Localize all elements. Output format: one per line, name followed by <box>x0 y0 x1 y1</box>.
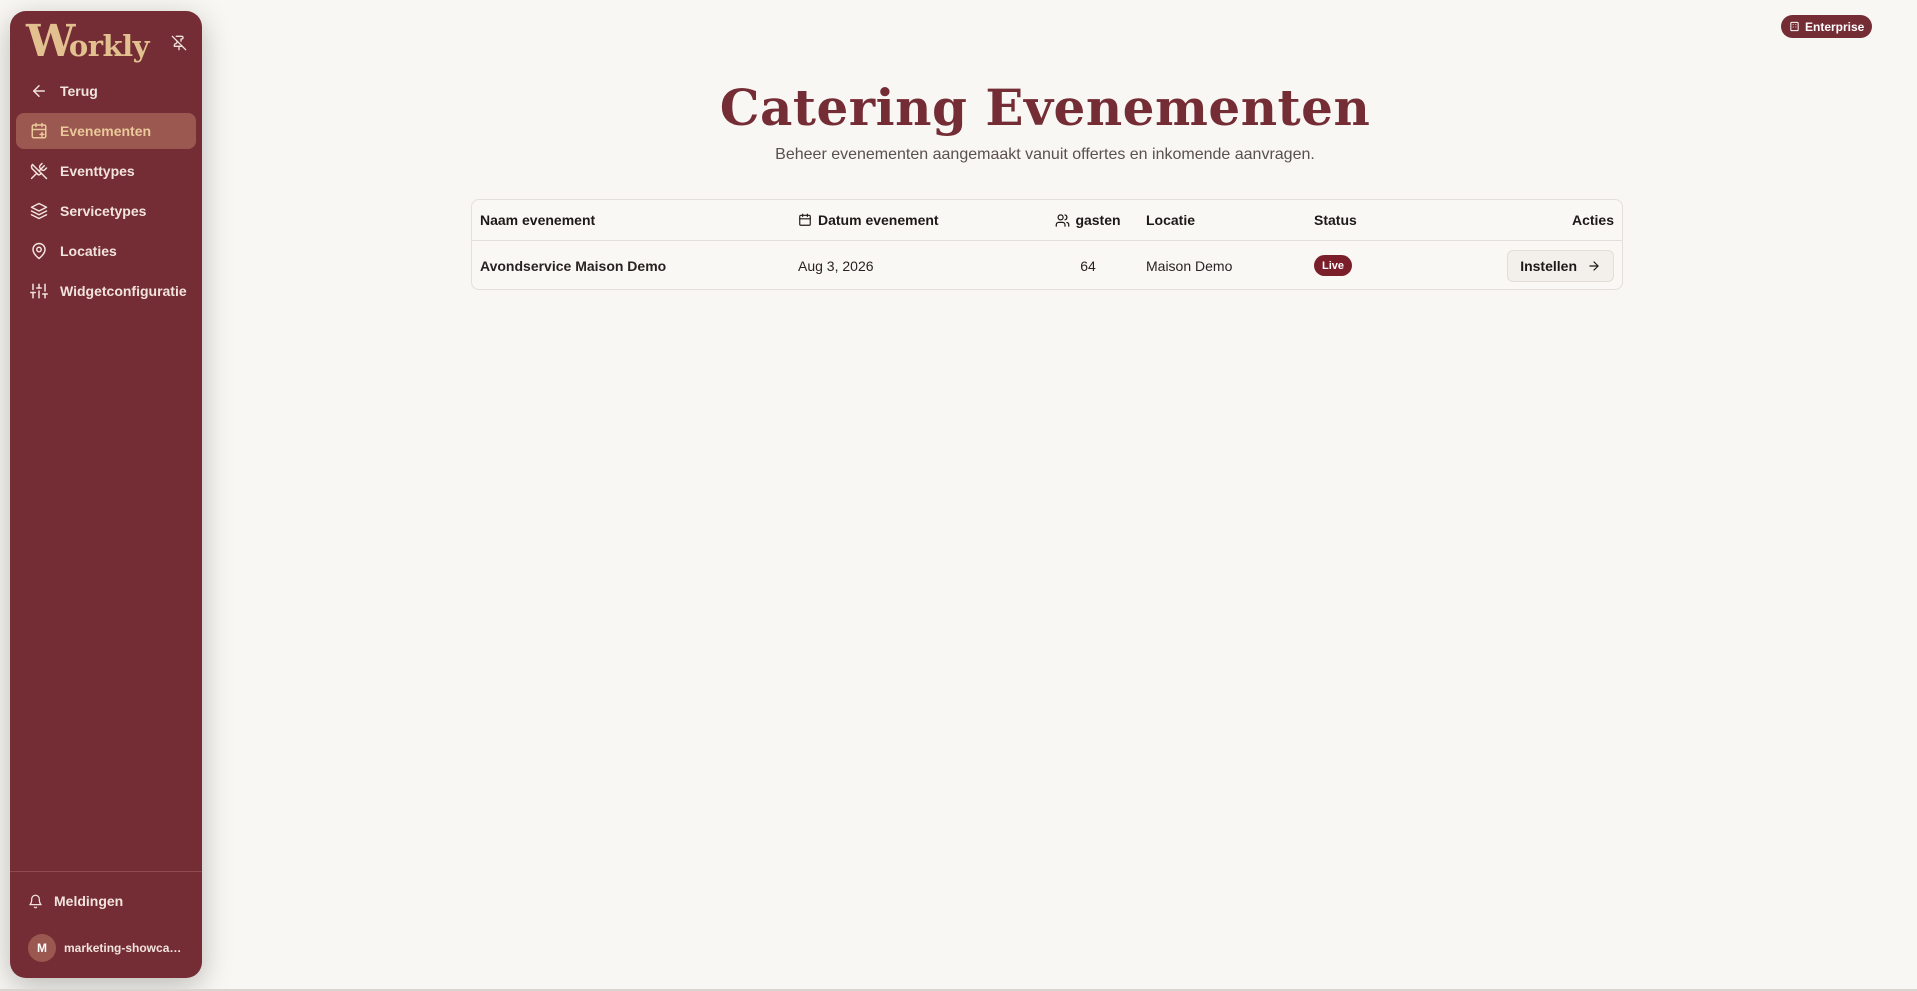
event-actions-cell: Instellen <box>1446 249 1622 282</box>
col-header-location[interactable]: Locatie <box>1138 212 1306 228</box>
calendar-plus-icon <box>30 122 48 140</box>
avatar: M <box>28 934 56 962</box>
event-date: Aug 3, 2026 <box>798 257 874 274</box>
col-header-guests[interactable]: gasten <box>1038 212 1138 228</box>
arrow-right-icon <box>1587 259 1601 273</box>
sidebar-item-widgetconfiguratie[interactable]: Widgetconfiguratie <box>16 273 196 309</box>
logo-initial: W <box>26 16 75 67</box>
table-row[interactable]: Avondservice Maison Demo Aug 3, 2026 64 … <box>472 241 1622 289</box>
sidebar-item-label: Evenementen <box>60 123 152 139</box>
sidebar-item-label: Locaties <box>60 243 117 259</box>
sidebar: Workly Terug Evenementen Eventtypes Serv… <box>10 11 202 978</box>
col-header-date[interactable]: Datum evenement <box>790 212 1038 228</box>
col-header-status[interactable]: Status <box>1306 212 1446 228</box>
col-header-date-label: Datum evenement <box>818 212 939 228</box>
sidebar-item-label: Widgetconfiguratie <box>60 283 187 299</box>
sidebar-item-evenementen[interactable]: Evenementen <box>16 113 196 149</box>
sidebar-item-eventtypes[interactable]: Eventtypes <box>16 153 196 189</box>
workly-logo[interactable]: Workly <box>26 16 150 67</box>
sidebar-item-locaties[interactable]: Locaties <box>16 233 196 269</box>
sidebar-item-label: Servicetypes <box>60 203 147 219</box>
plan-badge: Enterprise <box>1781 15 1873 38</box>
calendar-icon <box>798 213 813 228</box>
table-header: Naam evenement Datum evenement gasten Lo… <box>472 200 1622 241</box>
col-header-actions: Acties <box>1571 212 1614 228</box>
bell-icon <box>28 893 44 909</box>
col-header-name[interactable]: Naam evenement <box>472 212 790 228</box>
events-table: Naam evenement Datum evenement gasten Lo… <box>471 199 1623 290</box>
user-menu[interactable]: M marketing-showcas... <box>10 928 202 968</box>
event-location: Maison Demo <box>1146 257 1233 274</box>
event-guests: 64 <box>1080 257 1096 274</box>
utensils-crossed-icon <box>30 162 48 180</box>
building-icon <box>1789 21 1801 33</box>
unpin-icon[interactable] <box>170 34 188 52</box>
logo-rest: orkly <box>68 29 150 63</box>
status-badge: Live <box>1314 255 1353 276</box>
notifications-link[interactable]: Meldingen <box>10 884 202 918</box>
page-subtitle: Beheer evenementen aangemaakt vanuit off… <box>775 146 1315 163</box>
notifications-label: Meldingen <box>54 893 124 909</box>
sidebar-item-label: Eventtypes <box>60 163 135 179</box>
sidebar-item-servicetypes[interactable]: Servicetypes <box>16 193 196 229</box>
event-name: Avondservice Maison Demo <box>480 257 667 274</box>
instellen-button[interactable]: Instellen <box>1507 249 1614 282</box>
event-status-cell: Live <box>1306 255 1446 276</box>
sliders-icon <box>30 282 48 300</box>
instellen-label: Instellen <box>1520 257 1577 274</box>
arrow-left-icon <box>30 82 48 100</box>
sidebar-nav: Terug Evenementen Eventtypes Servicetype… <box>10 73 202 313</box>
user-name: marketing-showcas... <box>64 941 182 955</box>
col-header-guests-label: gasten <box>1075 212 1121 228</box>
back-label: Terug <box>60 83 98 99</box>
plan-badge-label: Enterprise <box>1805 19 1865 34</box>
page-title: Catering Evenementen <box>719 78 1371 137</box>
layers-icon <box>30 202 48 220</box>
map-pin-icon <box>30 242 48 260</box>
sidebar-header: Workly <box>10 11 202 65</box>
sidebar-footer: Meldingen M marketing-showcas... <box>10 871 202 978</box>
back-link[interactable]: Terug <box>16 73 196 109</box>
users-icon <box>1055 213 1070 228</box>
